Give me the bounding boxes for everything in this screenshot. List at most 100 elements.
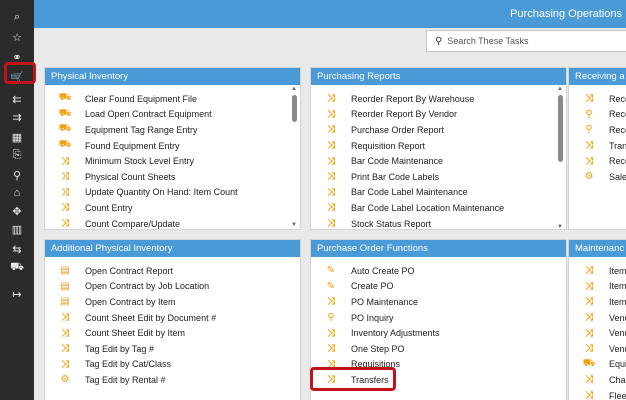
task-link[interactable]: ⤨ Vend	[569, 325, 626, 341]
highlight-cart-annotation	[4, 62, 36, 84]
home-icon[interactable]: ⌂	[0, 184, 34, 202]
task-link[interactable]: ⚲ Rece	[569, 122, 626, 138]
doc-icon: ▤	[60, 265, 70, 277]
shuffle-icon: ⤨	[327, 124, 335, 136]
truck-icon[interactable]: ⛟	[0, 259, 34, 277]
task-link[interactable]: ⛟ Load Open Contract Equipment	[45, 107, 300, 123]
shuffle-icon: ⤨	[61, 186, 69, 198]
task-link[interactable]: ⤨ Inventory Adjustments	[311, 325, 566, 341]
wrench-icon[interactable]: ⚲	[0, 166, 34, 184]
task-link[interactable]: ⤨ Tag Edit by Cat/Class	[45, 357, 300, 373]
task-link[interactable]: ⚲ Rece	[569, 107, 626, 123]
task-link[interactable]: ⤨ Print Bar Code Labels	[311, 169, 566, 185]
task-link[interactable]: ⤨ Count Sheet Edit by Document #	[45, 310, 300, 326]
task-link[interactable]: ⤨ Item	[569, 263, 626, 279]
gear-icon: ⚙	[584, 171, 594, 183]
task-link[interactable]: ⤨ Count Entry	[45, 200, 300, 216]
task-link[interactable]: ⤨ Item	[569, 279, 626, 295]
task-link[interactable]: ⤨ One Step PO	[311, 341, 566, 357]
task-search-input[interactable]: ⚲ Search These Tasks	[426, 30, 626, 52]
task-label: Item	[609, 281, 626, 292]
star-icon[interactable]: ☆	[0, 28, 34, 46]
task-link[interactable]: ⤨ Vend	[569, 341, 626, 357]
task-link[interactable]: ⤨ Bar Code Label Maintenance	[311, 185, 566, 201]
task-link[interactable]: ▤ Open Contract by Job Location	[45, 279, 300, 295]
task-link[interactable]: ⤨ Count Sheet Edit by Item	[45, 325, 300, 341]
task-link[interactable]: ⤨ Item	[569, 294, 626, 310]
task-link[interactable]: ⤨ Rece	[569, 153, 626, 169]
doc-search-icon[interactable]: ⎘	[0, 146, 34, 164]
task-label: Load Open Contract Equipment	[85, 109, 212, 120]
task-link[interactable]: ⤨ Purchase Order Report	[311, 122, 566, 138]
panel-scrollbar[interactable]: ▲ ▼	[291, 86, 297, 229]
doc-icon: ▤	[60, 296, 70, 308]
shuffle-icon: ⤨	[585, 343, 593, 355]
task-label: Open Contract by Job Location	[85, 281, 210, 292]
task-link[interactable]: ⤨ Requisition Report	[311, 138, 566, 154]
task-link[interactable]: ⤨ Trans	[569, 138, 626, 154]
task-link[interactable]: ⤨ Fleet	[569, 388, 626, 400]
task-link[interactable]: ⛟ Found Equipment Entry	[45, 138, 300, 154]
truck-icon: ⛟	[58, 123, 72, 135]
scroll-thumb[interactable]	[557, 95, 563, 162]
search-icon: ⚲	[327, 312, 335, 324]
task-link[interactable]: ⤨ Tag Edit by Tag #	[45, 341, 300, 357]
truck-icon: ⛟	[58, 92, 72, 104]
task-label: Stock Status Report	[351, 218, 432, 229]
task-link[interactable]: ⤨ Stock Status Report	[311, 216, 566, 232]
task-link[interactable]: ⤨ Bar Code Label Location Maintenance	[311, 200, 566, 216]
logout-icon[interactable]: ↦	[0, 285, 34, 303]
task-link[interactable]: ⛟ Equipment Tag Range Entry	[45, 122, 300, 138]
shuffle-icon: ⤨	[61, 155, 69, 167]
panel-scrollbar[interactable]: ▲ ▼	[557, 86, 563, 231]
task-label: Rece	[609, 93, 626, 104]
task-link[interactable]: ⤨ Rece	[569, 91, 626, 107]
task-label: Trans	[609, 140, 626, 151]
task-link[interactable]: ⤨ Physical Count Sheets	[45, 169, 300, 185]
scroll-thumb[interactable]	[291, 95, 297, 122]
inbox-left-icon[interactable]: ⇇	[0, 90, 34, 108]
trash-icon[interactable]: ▥	[0, 220, 34, 238]
task-label: Reorder Report By Vendor	[351, 109, 458, 120]
task-label: Equipment Tag Range Entry	[85, 124, 198, 135]
panel-title: Additional Physical Inventory	[45, 240, 300, 257]
task-link[interactable]: ⤨ Vend	[569, 310, 626, 326]
task-link[interactable]: ▤ Open Contract Report	[45, 263, 300, 279]
shuffle-icon: ⤨	[327, 186, 335, 198]
scroll-down-arrow-icon[interactable]: ▼	[557, 224, 563, 231]
panel-additional-physical-inventory: Additional Physical Inventory ▤ Open Cont…	[44, 239, 301, 400]
task-link[interactable]: ⤨ Update Quantity On Hand: Item Count	[45, 185, 300, 201]
shuffle-icon: ⤨	[585, 265, 593, 277]
task-link[interactable]: ⚲ PO Inquiry	[311, 310, 566, 326]
task-link[interactable]: ⚙ Sales	[569, 169, 626, 185]
calculator-icon[interactable]: ▦	[0, 128, 34, 146]
scroll-up-arrow-icon[interactable]: ▲	[557, 86, 563, 93]
search-icon[interactable]: ⌕	[0, 8, 34, 26]
task-link[interactable]: ✎ Auto Create PO	[311, 263, 566, 279]
task-link[interactable]: ⛟ Equi	[569, 357, 626, 373]
inbox-right-icon[interactable]: ⇉	[0, 108, 34, 126]
task-link[interactable]: ⤨ PO Maintenance	[311, 294, 566, 310]
task-link[interactable]: ⛟ Clear Found Equipment File	[45, 91, 300, 107]
transfer-icon[interactable]: ⇆	[0, 240, 34, 258]
task-label: Requisition Report	[351, 140, 426, 151]
gear-icon: ⚙	[60, 374, 70, 386]
shuffle-icon: ⤨	[327, 343, 335, 355]
shuffle-icon: ⤨	[327, 171, 335, 183]
truck-icon: ⛟	[58, 107, 72, 119]
task-link[interactable]: ▤ Open Contract by Item	[45, 294, 300, 310]
task-link[interactable]: ✎ Create PO	[311, 279, 566, 295]
task-link[interactable]: ⤨ Minimum Stock Level Entry	[45, 153, 300, 169]
move-icon[interactable]: ✥	[0, 202, 34, 220]
shuffle-icon: ⤨	[327, 202, 335, 214]
task-link[interactable]: ⤨ Reorder Report By Warehouse	[311, 91, 566, 107]
task-label: Create PO	[351, 281, 394, 292]
task-link[interactable]: ⤨ Reorder Report By Vendor	[311, 107, 566, 123]
task-link[interactable]: ⤨ Char	[569, 372, 626, 388]
scroll-up-arrow-icon[interactable]: ▲	[291, 86, 297, 93]
task-link[interactable]: ⚙ Tag Edit by Rental #	[45, 372, 300, 388]
task-link[interactable]: ⤨ Count Compare/Update	[45, 216, 300, 232]
task-label: Print Bar Code Labels	[351, 171, 440, 182]
scroll-down-arrow-icon[interactable]: ▼	[291, 222, 297, 229]
task-link[interactable]: ⤨ Bar Code Maintenance	[311, 153, 566, 169]
